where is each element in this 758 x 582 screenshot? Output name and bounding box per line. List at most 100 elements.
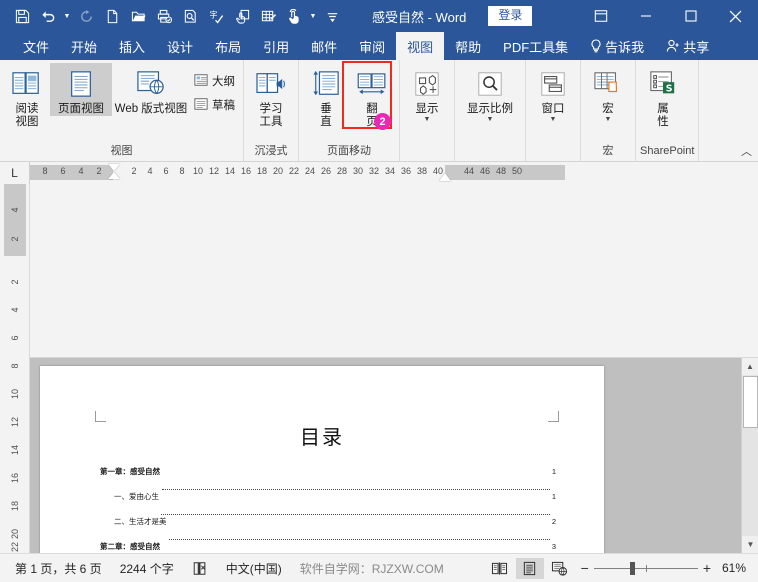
vertical-ruler[interactable]: 4 2 2 4 6 8 10 12 14 16 18 20 22 (0, 184, 30, 553)
share-person-icon (666, 39, 680, 53)
web-layout-view-button[interactable] (546, 558, 574, 579)
document-page[interactable]: 目录 第一章：感受自然 1 一、爱由心生 1 二、生活才是美 2 第二章：感受自… (40, 366, 604, 553)
vertical-scroll-button[interactable]: 垂直 (303, 63, 349, 129)
touch-mode-icon[interactable] (230, 4, 254, 28)
scrollbar-thumb[interactable] (743, 376, 758, 428)
hruler-tick: 34 (384, 166, 395, 176)
print-layout-button[interactable]: 页面视图 (50, 63, 112, 116)
spelling-check-icon[interactable]: 字 (204, 4, 228, 28)
web-layout-button[interactable]: Web 版式视图 (112, 63, 190, 116)
hruler-tick: 6 (163, 166, 169, 176)
hanging-indent-marker[interactable] (108, 172, 120, 179)
zoom-button[interactable]: 显示比例 ▼ (459, 63, 521, 123)
page-indicator[interactable]: 第 1 页，共 6 页 (6, 560, 111, 577)
zoom-dropdown-icon[interactable]: ▼ (487, 116, 494, 123)
ribbon-group-zoom: 显示比例 ▼ (455, 60, 526, 161)
sharepoint-properties-icon: S (648, 66, 678, 102)
tab-home[interactable]: 开始 (60, 32, 108, 60)
window-dropdown-icon[interactable]: ▼ (550, 116, 557, 123)
properties-button[interactable]: S 属性 (640, 63, 686, 129)
right-indent-marker[interactable] (439, 173, 451, 181)
open-folder-icon[interactable] (126, 4, 150, 28)
print-layout-view-button[interactable] (515, 557, 544, 579)
toc-entry[interactable]: 一、爱由心生 1 (100, 491, 556, 516)
toc-entry[interactable]: 二、生活才是美 2 (100, 516, 556, 541)
macros-label: 宏 (602, 103, 614, 115)
first-line-indent-marker[interactable] (108, 164, 120, 171)
minimize-icon[interactable] (623, 0, 668, 32)
toc-entry-text: 第一章：感受自然 (100, 467, 160, 476)
print-preview-icon[interactable] (178, 4, 202, 28)
tab-review[interactable]: 审阅 (348, 32, 396, 60)
zoom-control[interactable]: − + 61% (575, 561, 752, 575)
hruler-tick: 32 (368, 166, 379, 176)
print-layout-icon (68, 66, 94, 102)
hruler-tick: 16 (240, 166, 251, 176)
vruler-tick: 6 (10, 335, 20, 341)
zoom-in-button[interactable]: + (703, 561, 711, 575)
macros-icon (593, 66, 623, 102)
tab-insert[interactable]: 插入 (108, 32, 156, 60)
scroll-down-icon[interactable]: ▼ (742, 536, 758, 553)
vruler-tick: 16 (10, 473, 20, 484)
close-icon[interactable] (713, 0, 758, 32)
ribbon-display-options-icon[interactable] (578, 0, 623, 32)
learning-tools-button[interactable]: 学习 工具 (248, 63, 294, 129)
read-mode-button[interactable]: 阅读 视图 (4, 63, 50, 129)
hruler-tick: 28 (336, 166, 347, 176)
undo-dropdown-icon[interactable]: ▼ (62, 4, 72, 28)
undo-icon[interactable] (36, 4, 60, 28)
document-work-area: L 4 2 2 4 6 8 10 12 14 16 18 20 22 8 6 4… (0, 162, 758, 553)
show-dropdown-icon[interactable]: ▼ (424, 116, 431, 123)
toc-entry-text: 一、爱由心生 (114, 492, 159, 501)
touch-pointer-icon[interactable] (282, 4, 306, 28)
tab-pdf-tools[interactable]: PDF工具集 (492, 32, 579, 60)
customize-qat-icon[interactable] (320, 4, 344, 28)
tab-design[interactable]: 设计 (156, 32, 204, 60)
zoom-slider-thumb[interactable] (629, 561, 635, 575)
save-icon[interactable] (10, 4, 34, 28)
show-button[interactable]: 显示 ▼ (404, 63, 450, 123)
tab-references[interactable]: 引用 (252, 32, 300, 60)
vertical-scroll-icon (312, 66, 340, 102)
tab-help[interactable]: 帮助 (444, 32, 492, 60)
zoom-slider-track[interactable] (593, 561, 698, 575)
draft-button[interactable]: 草稿 (190, 93, 239, 117)
document-canvas[interactable]: 目录 第一章：感受自然 1 一、爱由心生 1 二、生活才是美 2 第二章：感受自… (30, 358, 741, 553)
collapse-ribbon-icon[interactable]: ︿ (741, 143, 752, 159)
window-arrange-icon (539, 66, 567, 102)
ribbon-group-page-movement-label: 页面移动 (327, 145, 371, 157)
vertical-scrollbar[interactable]: ▲ ▼ (741, 358, 758, 553)
tab-share-label: 共享 (683, 39, 710, 55)
tab-share[interactable]: 共享 (655, 32, 720, 60)
read-mode-label: 阅读 视图 (15, 103, 39, 128)
word-count[interactable]: 2244 个字 (111, 560, 183, 577)
table-of-contents[interactable]: 第一章：感受自然 1 一、爱由心生 1 二、生活才是美 2 第二章：感受自然 3 (100, 466, 556, 553)
touch-pointer-dropdown-icon[interactable]: ▼ (308, 4, 318, 28)
sign-in-button[interactable]: 登录 (488, 6, 533, 26)
macros-button[interactable]: 宏 ▼ (585, 63, 631, 123)
tab-stop-selector[interactable]: L (0, 162, 30, 184)
tab-view[interactable]: 视图 (396, 32, 445, 60)
tab-layout[interactable]: 布局 (204, 32, 252, 60)
horizontal-ruler[interactable]: 8 6 4 2 2 4 6 8 10 12 14 16 18 20 22 24 … (30, 162, 758, 358)
tab-mailings[interactable]: 邮件 (300, 32, 348, 60)
language-indicator[interactable]: 中文(中国) (217, 560, 291, 577)
quick-print-icon[interactable] (152, 4, 176, 28)
maximize-icon[interactable] (668, 0, 713, 32)
redo-icon[interactable] (74, 4, 98, 28)
new-document-icon[interactable] (100, 4, 124, 28)
tab-file[interactable]: 文件 (12, 32, 60, 60)
proofing-errors-icon[interactable] (183, 561, 217, 576)
toc-entry[interactable]: 第一章：感受自然 1 (100, 466, 556, 491)
outline-button[interactable]: 大纲 (190, 69, 239, 93)
zoom-level-label[interactable]: 61% (716, 561, 746, 575)
window-button[interactable]: 窗口 ▼ (530, 63, 576, 123)
macros-dropdown-icon[interactable]: ▼ (605, 116, 612, 123)
scroll-up-icon[interactable]: ▲ (742, 358, 758, 375)
read-mode-view-button[interactable] (486, 558, 514, 579)
zoom-out-button[interactable]: − (581, 561, 589, 575)
toc-entry[interactable]: 第二章：感受自然 3 (100, 541, 556, 553)
tab-tell-me[interactable]: 告诉我 (579, 32, 655, 60)
draw-table-icon[interactable] (256, 4, 280, 28)
